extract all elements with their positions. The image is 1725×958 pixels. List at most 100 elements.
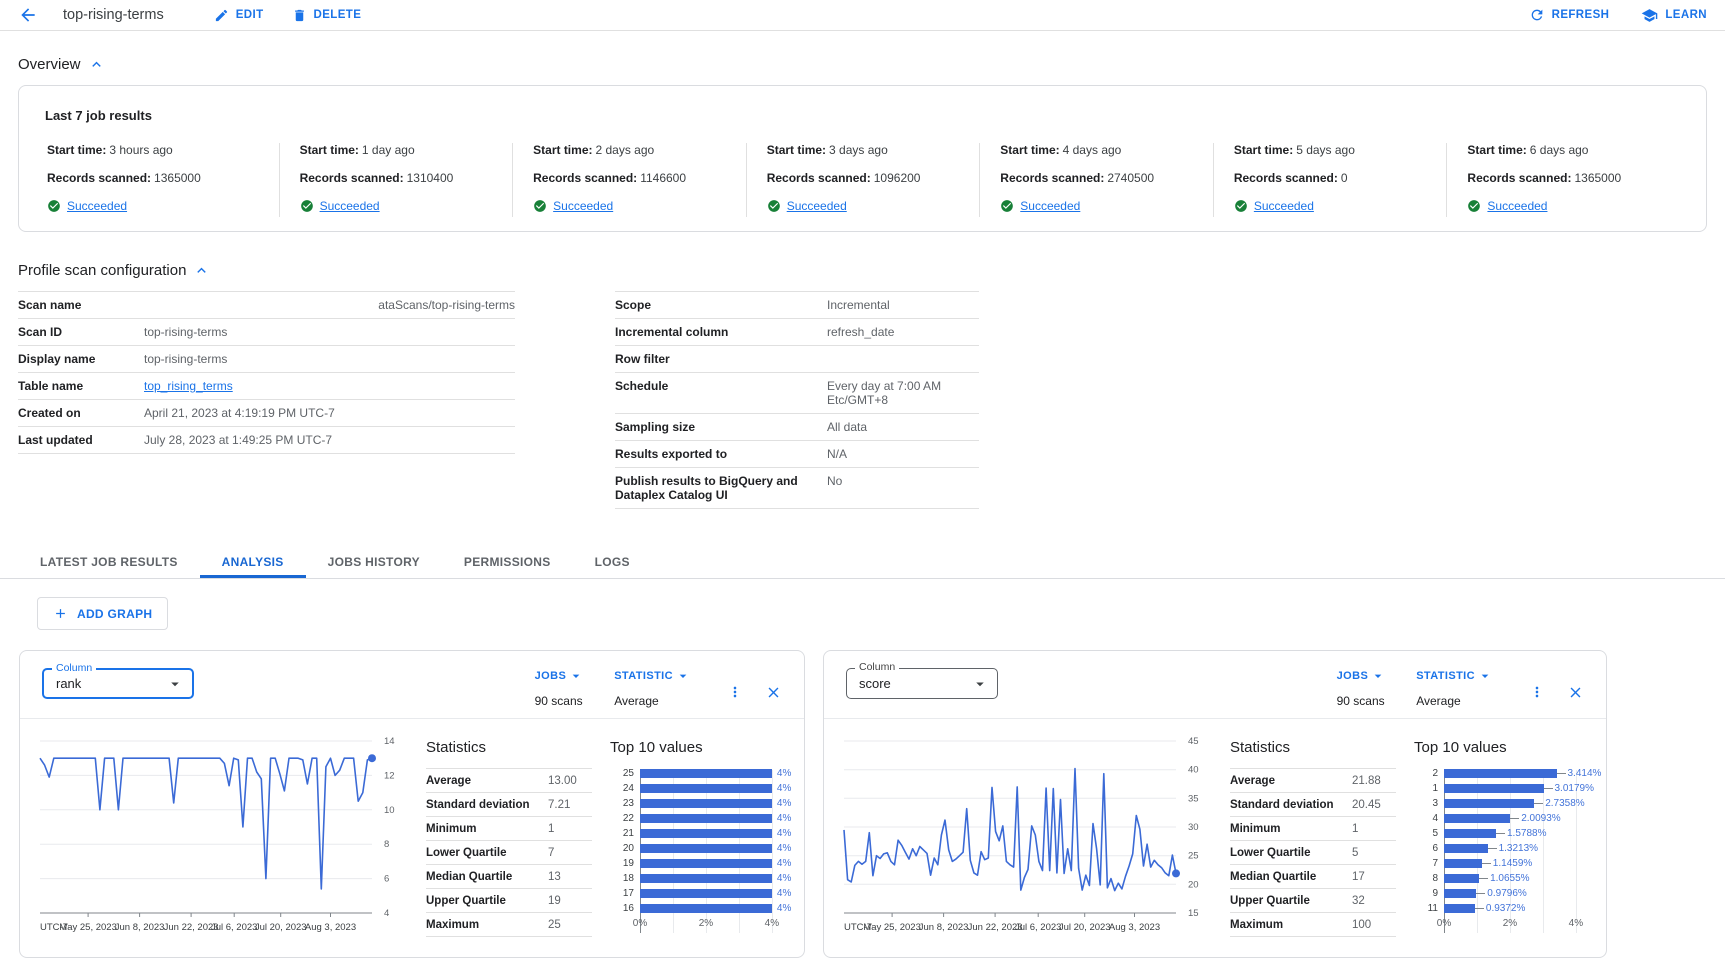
leader-line (1496, 833, 1505, 834)
records-value: 1365000 (1574, 171, 1621, 185)
config-row-scan-id: Scan IDtop-rising-terms (18, 319, 515, 346)
bar-category-label: 19 (610, 858, 634, 869)
y-tick-label: 20 (1188, 879, 1199, 890)
config-title: Profile scan configuration (18, 262, 186, 279)
jobs-filter-group: JOBS 90 scans (1337, 668, 1387, 708)
x-axis-tz-label: UTC-7 (40, 922, 68, 933)
config-row-schedule: ScheduleEvery day at 7:00 AM Etc/GMT+8 (615, 373, 979, 414)
series-line (40, 758, 372, 889)
succeeded-link[interactable]: Succeeded (1254, 199, 1314, 213)
y-tick-label: 35 (1188, 793, 1199, 804)
more-options-icon[interactable] (1529, 684, 1545, 700)
add-graph-button[interactable]: ADD GRAPH (37, 597, 168, 630)
x-tick-label: Jun 8, 2023 (919, 922, 969, 933)
close-icon[interactable] (1567, 684, 1584, 701)
column-select-value: rank (56, 676, 81, 691)
statistic-filter-group: STATISTIC Average (614, 668, 691, 708)
dropdown-arrow-icon (1477, 668, 1493, 684)
start-time-value: 1 day ago (362, 143, 415, 157)
column-select[interactable]: Column rank (42, 668, 194, 699)
bar-value-label: 1.5788% (1507, 828, 1546, 839)
bar (1444, 829, 1496, 838)
tab-jobs-history[interactable]: JOBS HISTORY (306, 545, 442, 578)
top10-bar-row: 164% (610, 903, 791, 914)
edit-button[interactable]: EDIT (214, 8, 264, 23)
succeeded-link[interactable]: Succeeded (1487, 199, 1547, 213)
start-time-label: Start time: (767, 143, 826, 157)
start-time-value: 4 days ago (1063, 143, 1122, 157)
tab-permissions[interactable]: PERMISSIONS (442, 545, 573, 578)
leader-line (1476, 893, 1485, 894)
bar-category-label: 17 (610, 888, 634, 899)
last-updated-value: July 28, 2023 at 1:49:25 PM UTC-7 (144, 433, 515, 447)
success-check-icon (767, 199, 781, 213)
statistic-dropdown[interactable]: STATISTIC (1416, 668, 1493, 684)
jobs-scan-count: 90 scans (1337, 694, 1387, 708)
bar-category-label: 11 (1414, 903, 1438, 914)
start-time-value: 3 hours ago (109, 143, 172, 157)
jobs-dropdown[interactable]: JOBS (1337, 668, 1387, 684)
jobs-dropdown[interactable]: JOBS (535, 668, 585, 684)
succeeded-link[interactable]: Succeeded (553, 199, 613, 213)
refresh-icon (1529, 7, 1545, 23)
publish-results-value: No (827, 474, 979, 488)
bar-category-label: 6 (1414, 843, 1438, 854)
bar-value-label: 4% (777, 903, 791, 914)
bar (640, 904, 772, 913)
top10-panel: Top 10 values 23.414%13.0179%32.7358%42.… (1414, 731, 1601, 943)
statistics-title: Statistics (426, 739, 592, 756)
stat-row-upper-quartile: Upper Quartile19 (426, 889, 592, 913)
bar-value-label: 1.3213% (1499, 843, 1538, 854)
bar-value-label: 4% (777, 783, 791, 794)
statistic-dropdown[interactable]: STATISTIC (614, 668, 691, 684)
config-row-results-exported: Results exported toN/A (615, 441, 979, 468)
collapse-config-chevron-up-icon[interactable] (193, 262, 210, 279)
succeeded-link[interactable]: Succeeded (320, 199, 380, 213)
start-time-label: Start time: (533, 143, 592, 157)
bar-category-label: 24 (610, 783, 634, 794)
config-table-left: Scan nameataScans/top-rising-terms Scan … (18, 291, 515, 454)
table-name-link[interactable]: top_rising_terms (144, 379, 515, 393)
bar-category-label: 8 (1414, 873, 1438, 884)
stat-row-upper-quartile: Upper Quartile32 (1230, 889, 1396, 913)
pencil-icon (214, 8, 229, 23)
x-axis-tz-label: UTC-7 (844, 922, 872, 933)
rank-trend-line-chart: 468101214May 25, 2023Jun 8, 2023Jun 22, … (36, 731, 408, 943)
succeeded-link[interactable]: Succeeded (67, 199, 127, 213)
x-tick-label: Aug 3, 2023 (1109, 922, 1160, 933)
bar-category-label: 23 (610, 798, 634, 809)
close-icon[interactable] (765, 684, 782, 701)
stat-row-std-dev: Standard deviation7.21 (426, 793, 592, 817)
bar-category-label: 9 (1414, 888, 1438, 899)
succeeded-link[interactable]: Succeeded (787, 199, 847, 213)
delete-button[interactable]: DELETE (292, 8, 362, 23)
dropdown-arrow-icon (675, 668, 691, 684)
job-result-col-2: Start time:1 day ago Records scanned:131… (279, 143, 513, 217)
back-arrow-icon[interactable] (18, 5, 38, 25)
config-row-last-updated: Last updatedJuly 28, 2023 at 1:49:25 PM … (18, 427, 515, 454)
tab-logs[interactable]: LOGS (573, 545, 652, 578)
bar-x-axis: 0%2%4% (640, 918, 790, 933)
records-value: 1096200 (874, 171, 921, 185)
leader-line (1475, 908, 1484, 909)
column-select[interactable]: Column score (846, 668, 998, 699)
records-label: Records scanned: (1000, 171, 1104, 185)
y-tick-label: 25 (1188, 851, 1199, 862)
top10-bar-row: 24 4% (610, 783, 791, 794)
more-options-icon[interactable] (727, 684, 743, 700)
learn-button[interactable]: LEARN (1641, 7, 1707, 24)
succeeded-link[interactable]: Succeeded (1020, 199, 1080, 213)
refresh-button[interactable]: REFRESH (1529, 7, 1610, 23)
records-label: Records scanned: (767, 171, 871, 185)
leader-line (1482, 863, 1491, 864)
records-label: Records scanned: (1234, 171, 1338, 185)
last-7-job-results-card: Last 7 job results Start time:3 hours ag… (18, 85, 1707, 232)
bar (1444, 889, 1476, 898)
card-header: Column rank JOBS 90 scans STATISTIC Aver… (20, 651, 804, 718)
tab-analysis[interactable]: ANALYSIS (200, 545, 306, 578)
top10-title: Top 10 values (610, 739, 791, 756)
top10-bar-row: 32.7358% (1414, 798, 1601, 809)
tab-latest-job-results[interactable]: LATEST JOB RESULTS (18, 545, 200, 578)
collapse-overview-chevron-up-icon[interactable] (88, 56, 105, 73)
leader-line (1488, 848, 1497, 849)
